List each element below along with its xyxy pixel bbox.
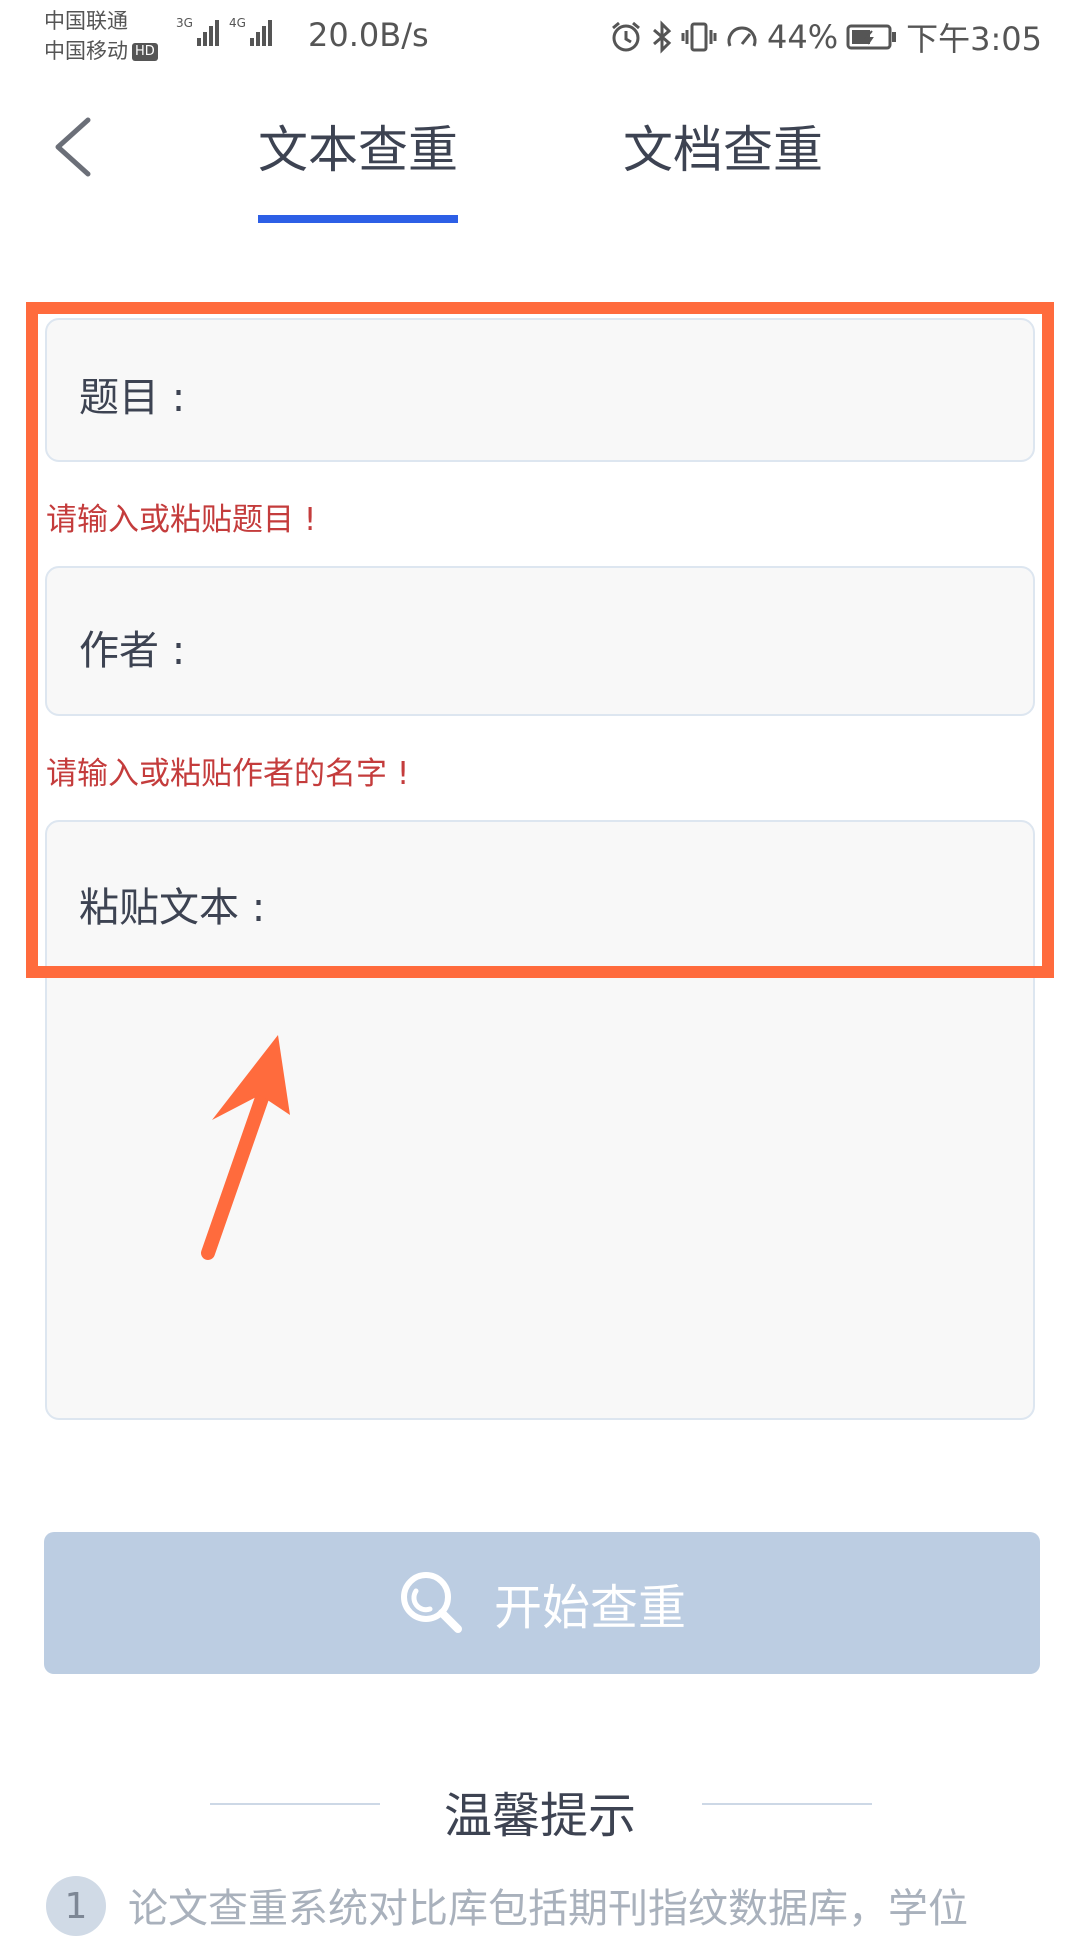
battery-percent: 44% <box>767 18 839 56</box>
search-icon <box>400 1572 462 1633</box>
tips-title: 温馨提示 <box>443 1788 636 1844</box>
alarm-icon <box>612 21 640 52</box>
active-tab-indicator <box>258 215 458 223</box>
tip-number-badge: 1 <box>46 1876 106 1936</box>
tab-text-check[interactable]: 文本查重 <box>258 110 458 182</box>
divider <box>702 1803 872 1805</box>
hd-badge: HD <box>132 43 158 61</box>
battery-icon <box>846 24 897 50</box>
status-icons: 44% 下午3:05 <box>609 14 1042 60</box>
speed-icon <box>727 26 757 47</box>
bluetooth-icon <box>653 20 672 54</box>
annotation-highlight-box <box>26 302 1054 978</box>
network-type-1: 3G <box>176 16 193 30</box>
carrier-info: 中国联通 中国移动 HD <box>44 6 158 66</box>
clock: 下午3:05 <box>906 20 1042 58</box>
start-check-label: 开始查重 <box>493 1580 686 1636</box>
signal-indicators: 3G 4G <box>176 16 272 46</box>
start-check-button[interactable]: 开始查重 <box>44 1532 1040 1674</box>
net-speed: 20.0B/s <box>308 16 429 54</box>
signal-icon: 4G <box>229 16 272 46</box>
carrier-2: 中国移动 <box>44 39 128 63</box>
vibrate-icon <box>681 22 717 52</box>
network-type-2: 4G <box>228 16 246 30</box>
annotation-arrow-icon <box>201 1035 290 1260</box>
signal-icon: 3G <box>176 16 219 46</box>
tip-text: 论文查重系统对比库包括期刊指纹数据库，学位 <box>128 1886 968 1932</box>
back-arrow-icon[interactable] <box>48 112 108 182</box>
tab-document-check[interactable]: 文档查重 <box>623 110 823 182</box>
status-bar: 中国联通 中国移动 HD 3G 4G 20.0B/s 44% 下午3:05 <box>0 0 1080 72</box>
carrier-1: 中国联通 <box>44 9 128 33</box>
